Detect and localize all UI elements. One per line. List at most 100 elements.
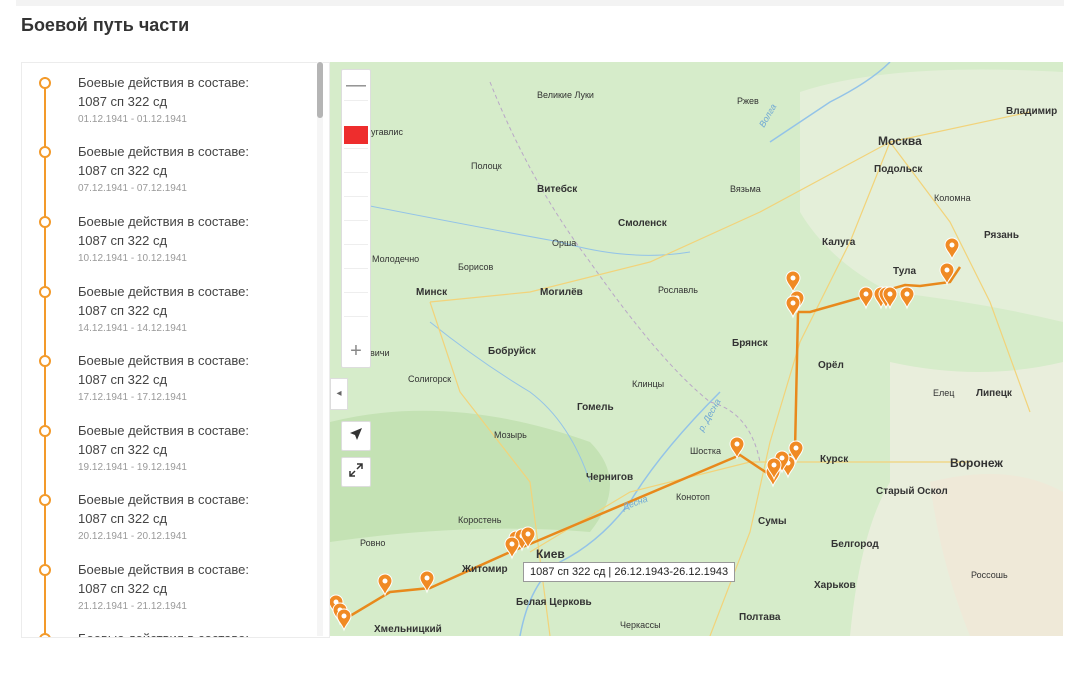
city-label: Мозырь [494, 430, 527, 440]
timeline-item-dates: 10.12.1941 - 10.12.1941 [78, 253, 187, 264]
city-label: Елец [933, 388, 954, 398]
timeline-item-title: Боевые действия в составе: [78, 353, 249, 368]
timeline-item[interactable]: Боевые действия в составе: 1087 сп 322 с… [22, 419, 312, 487]
city-label: Молодечно [372, 254, 419, 264]
timeline-item-dates: 14.12.1941 - 14.12.1941 [78, 323, 187, 334]
timeline-item-unit: 1087 сп 322 сд [78, 511, 168, 526]
city-label: Сумы [758, 516, 787, 527]
city-label: Борисов [458, 262, 494, 272]
timeline-item-dates: 19.12.1941 - 19.12.1941 [78, 462, 187, 473]
map-canvas[interactable]: Москва Подольск Коломна Рязань Владимир … [330, 62, 1063, 636]
timeline-dot-icon [39, 216, 51, 228]
zoom-level-step[interactable] [344, 148, 368, 171]
city-label: Шостка [690, 446, 721, 456]
route-tooltip: 1087 сп 322 сд | 26.12.1943-26.12.1943 [523, 562, 736, 582]
city-label: Брянск [732, 338, 769, 349]
timeline-scrollbar[interactable] [317, 62, 323, 636]
city-label: Белгород [831, 539, 879, 550]
locate-button[interactable] [341, 421, 371, 451]
timeline-item[interactable]: Боевые действия в составе: [22, 627, 312, 637]
fullscreen-button[interactable] [341, 457, 371, 487]
timeline-item-dates: 21.12.1941 - 21.12.1941 [78, 601, 187, 612]
city-label: Бобруйск [488, 345, 537, 357]
timeline-item-dates: 20.12.1941 - 20.12.1941 [78, 531, 187, 542]
timeline-item-unit: 1087 сп 322 сд [78, 581, 168, 596]
timeline-item[interactable]: Боевые действия в составе: 1087 сп 322 с… [22, 488, 312, 556]
collapse-panel-button[interactable]: ◂ [330, 378, 348, 410]
zoom-level-step[interactable] [344, 172, 368, 195]
timeline-item-title: Боевые действия в составе: [78, 423, 249, 438]
zoom-out-button[interactable]: — [342, 72, 370, 98]
zoom-level-step[interactable] [344, 100, 368, 123]
city-label: угавлис [371, 127, 403, 137]
zoom-level-step[interactable] [344, 268, 368, 291]
timeline-item-title: Боевые действия в составе: [78, 75, 249, 90]
city-label: Гомель [577, 402, 614, 413]
zoom-level-step[interactable] [344, 244, 368, 267]
city-label: Тула [893, 266, 917, 277]
city-label: Липецк [976, 388, 1013, 399]
timeline-panel: Боевые действия в составе: 1087 сп 322 с… [21, 62, 330, 638]
timeline-item[interactable]: Боевые действия в составе: 1087 сп 322 с… [22, 71, 312, 139]
timeline-dot-icon [39, 633, 51, 637]
timeline-item[interactable]: Боевые действия в составе: 1087 сп 322 с… [22, 349, 312, 417]
city-label: Владимир [1006, 106, 1057, 117]
city-label: Рязань [984, 230, 1019, 241]
zoom-control: — + [341, 69, 371, 368]
zoom-level-current[interactable] [344, 126, 368, 144]
timeline-item-unit: 1087 сп 322 сд [78, 372, 168, 387]
zoom-level-step[interactable] [344, 316, 368, 339]
city-label: Хмельницкий [374, 624, 442, 635]
timeline-item-dates: 01.12.1941 - 01.12.1941 [78, 114, 187, 125]
zoom-level-step[interactable] [344, 220, 368, 243]
zoom-level-step[interactable] [344, 196, 368, 219]
scrollbar-thumb[interactable] [317, 62, 323, 118]
city-label: Чернигов [586, 472, 633, 483]
page-title: Боевой путь части [21, 15, 190, 35]
city-label: Старый Оскол [876, 486, 948, 497]
city-label: Вязьма [730, 184, 761, 194]
city-label: вичи [370, 348, 390, 358]
map[interactable]: Москва Подольск Коломна Рязань Владимир … [330, 62, 1063, 636]
timeline-item[interactable]: Боевые действия в составе: 1087 сп 322 с… [22, 558, 312, 626]
navigation-arrow-icon [350, 428, 362, 440]
timeline-item[interactable]: Боевые действия в составе: 1087 сп 322 с… [22, 210, 312, 278]
city-label: Москва [878, 134, 922, 148]
city-label: Киев [536, 547, 565, 561]
timeline-item-title: Боевые действия в составе: [78, 562, 249, 577]
city-label: Солигорск [408, 374, 451, 384]
zoom-level-step[interactable] [344, 292, 368, 315]
city-label: Калуга [822, 237, 856, 248]
city-label: Могилёв [540, 287, 583, 298]
city-label: Клинцы [632, 379, 664, 389]
city-label: Харьков [814, 580, 856, 591]
city-label: Ржев [737, 96, 759, 106]
city-label: Ровно [360, 538, 385, 548]
zoom-in-button[interactable]: + [342, 338, 370, 364]
city-label: Курск [820, 454, 849, 465]
timeline-dot-icon [39, 286, 51, 298]
timeline-dot-icon [39, 494, 51, 506]
city-label: Полтава [739, 612, 781, 623]
timeline-dot-icon [39, 425, 51, 437]
city-label: Орша [552, 238, 576, 248]
timeline-item-title: Боевые действия в составе: [78, 144, 249, 159]
city-label: Воронеж [950, 456, 1003, 470]
city-label: Черкассы [620, 620, 661, 630]
city-label: Белая Церковь [516, 597, 592, 608]
timeline-item-dates: 17.12.1941 - 17.12.1941 [78, 392, 187, 403]
city-label: Коломна [934, 193, 971, 203]
timeline-item-title: Боевые действия в составе: [78, 630, 249, 637]
city-label: Рославль [658, 285, 698, 295]
timeline-item[interactable]: Боевые действия в составе: 1087 сп 322 с… [22, 280, 312, 348]
city-label: Житомир [461, 564, 508, 575]
city-label: Конотоп [676, 492, 710, 502]
timeline-item[interactable]: Боевые действия в составе: 1087 сп 322 с… [22, 140, 312, 208]
city-label: Россошь [971, 570, 1008, 580]
timeline-item-unit: 1087 сп 322 сд [78, 442, 168, 457]
city-label: Смоленск [618, 218, 668, 229]
timeline-dot-icon [39, 355, 51, 367]
top-bar [16, 0, 1064, 6]
timeline-dot-icon [39, 77, 51, 89]
timeline-item-unit: 1087 сп 322 сд [78, 303, 168, 318]
